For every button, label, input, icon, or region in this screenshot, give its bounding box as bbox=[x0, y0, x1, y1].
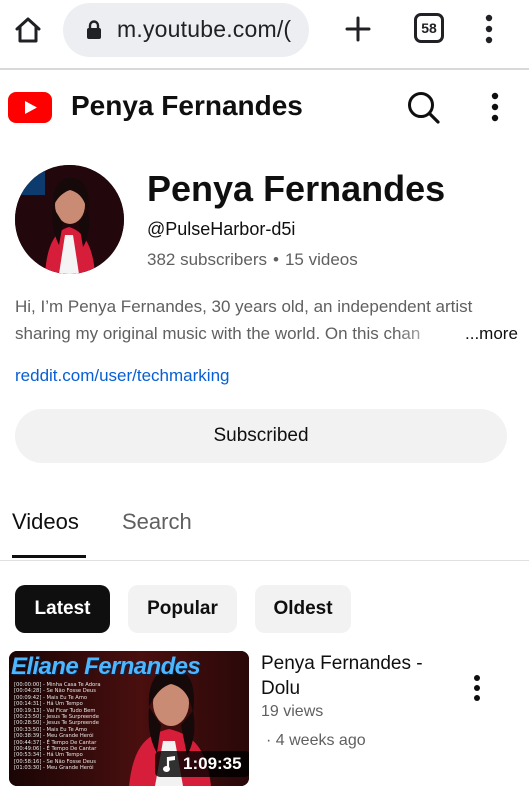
youtube-logo-icon[interactable] bbox=[8, 92, 52, 123]
chip-latest[interactable]: Latest bbox=[15, 585, 110, 633]
channel-stats: 382 subscribers • 15 videos bbox=[147, 250, 358, 270]
tracklist-line: [01:03:30] - Meu Grande Herói bbox=[14, 765, 94, 772]
youtube-header: Penya Fernandes bbox=[0, 72, 529, 142]
music-note-icon bbox=[163, 756, 175, 772]
channel-tab-bar: Videos Search bbox=[0, 493, 529, 561]
video-thumbnail[interactable]: Eliane Fernandes [00:00:00] - Minha Casa… bbox=[9, 651, 249, 786]
more-vert-icon[interactable] bbox=[466, 674, 488, 702]
tab-videos[interactable]: Videos bbox=[12, 509, 79, 535]
video-duration: 1:09:35 bbox=[183, 754, 242, 773]
chip-popular[interactable]: Popular bbox=[128, 585, 237, 633]
home-icon bbox=[15, 17, 41, 43]
chip-oldest[interactable]: Oldest bbox=[255, 585, 351, 633]
video-title[interactable]: Penya Fernandes - Dolu bbox=[261, 651, 451, 701]
description-line-1: Hi, I’m Penya Fernandes, 30 years old, a… bbox=[15, 297, 473, 316]
stats-separator: • bbox=[273, 250, 279, 269]
description-line-2: sharing my original music with the world… bbox=[15, 324, 421, 343]
tab-count: 58 bbox=[421, 20, 437, 36]
more-vert-icon[interactable] bbox=[478, 12, 500, 46]
more-vert-icon[interactable] bbox=[484, 90, 506, 124]
home-button[interactable] bbox=[12, 14, 44, 46]
plus-icon bbox=[345, 16, 371, 42]
thumbnail-title-text: Eliane Fernandes bbox=[11, 653, 201, 680]
description-fade bbox=[395, 320, 455, 347]
channel-description[interactable]: Hi, I’m Penya Fernandes, 30 years old, a… bbox=[15, 293, 518, 347]
duration-badge: 1:09:35 bbox=[155, 751, 249, 777]
video-age: · 4 weeks ago bbox=[266, 732, 366, 749]
browser-toolbar: m.youtube.com/( 58 bbox=[0, 0, 529, 70]
subscriber-count: 382 subscribers bbox=[147, 250, 268, 269]
tab-search[interactable]: Search bbox=[122, 509, 192, 535]
thumbnail-tracklist: [00:00:00] - Minha Casa Te Adora [00:04:… bbox=[14, 682, 124, 772]
channel-name: Penya Fernandes bbox=[147, 168, 446, 209]
more-button[interactable]: ...more bbox=[465, 320, 518, 347]
channel-avatar[interactable] bbox=[15, 165, 124, 274]
search-icon[interactable] bbox=[404, 88, 442, 126]
subscribed-button[interactable]: Subscribed bbox=[15, 409, 507, 463]
active-tab-indicator bbox=[12, 555, 86, 558]
channel-handle: @PulseHarbor-d5i bbox=[147, 219, 296, 239]
address-bar[interactable]: m.youtube.com/( bbox=[63, 3, 309, 57]
new-tab-button[interactable] bbox=[342, 13, 374, 45]
avatar-image bbox=[15, 165, 124, 274]
tab-switcher-button[interactable]: 58 bbox=[414, 13, 444, 43]
video-views: 19 views bbox=[261, 703, 324, 720]
url-text: m.youtube.com/( bbox=[117, 16, 292, 42]
video-count: 15 videos bbox=[284, 250, 358, 269]
lock-icon bbox=[87, 20, 101, 39]
channel-external-link[interactable]: reddit.com/user/techmarking bbox=[15, 366, 229, 386]
header-channel-title: Penya Fernandes bbox=[71, 90, 303, 121]
